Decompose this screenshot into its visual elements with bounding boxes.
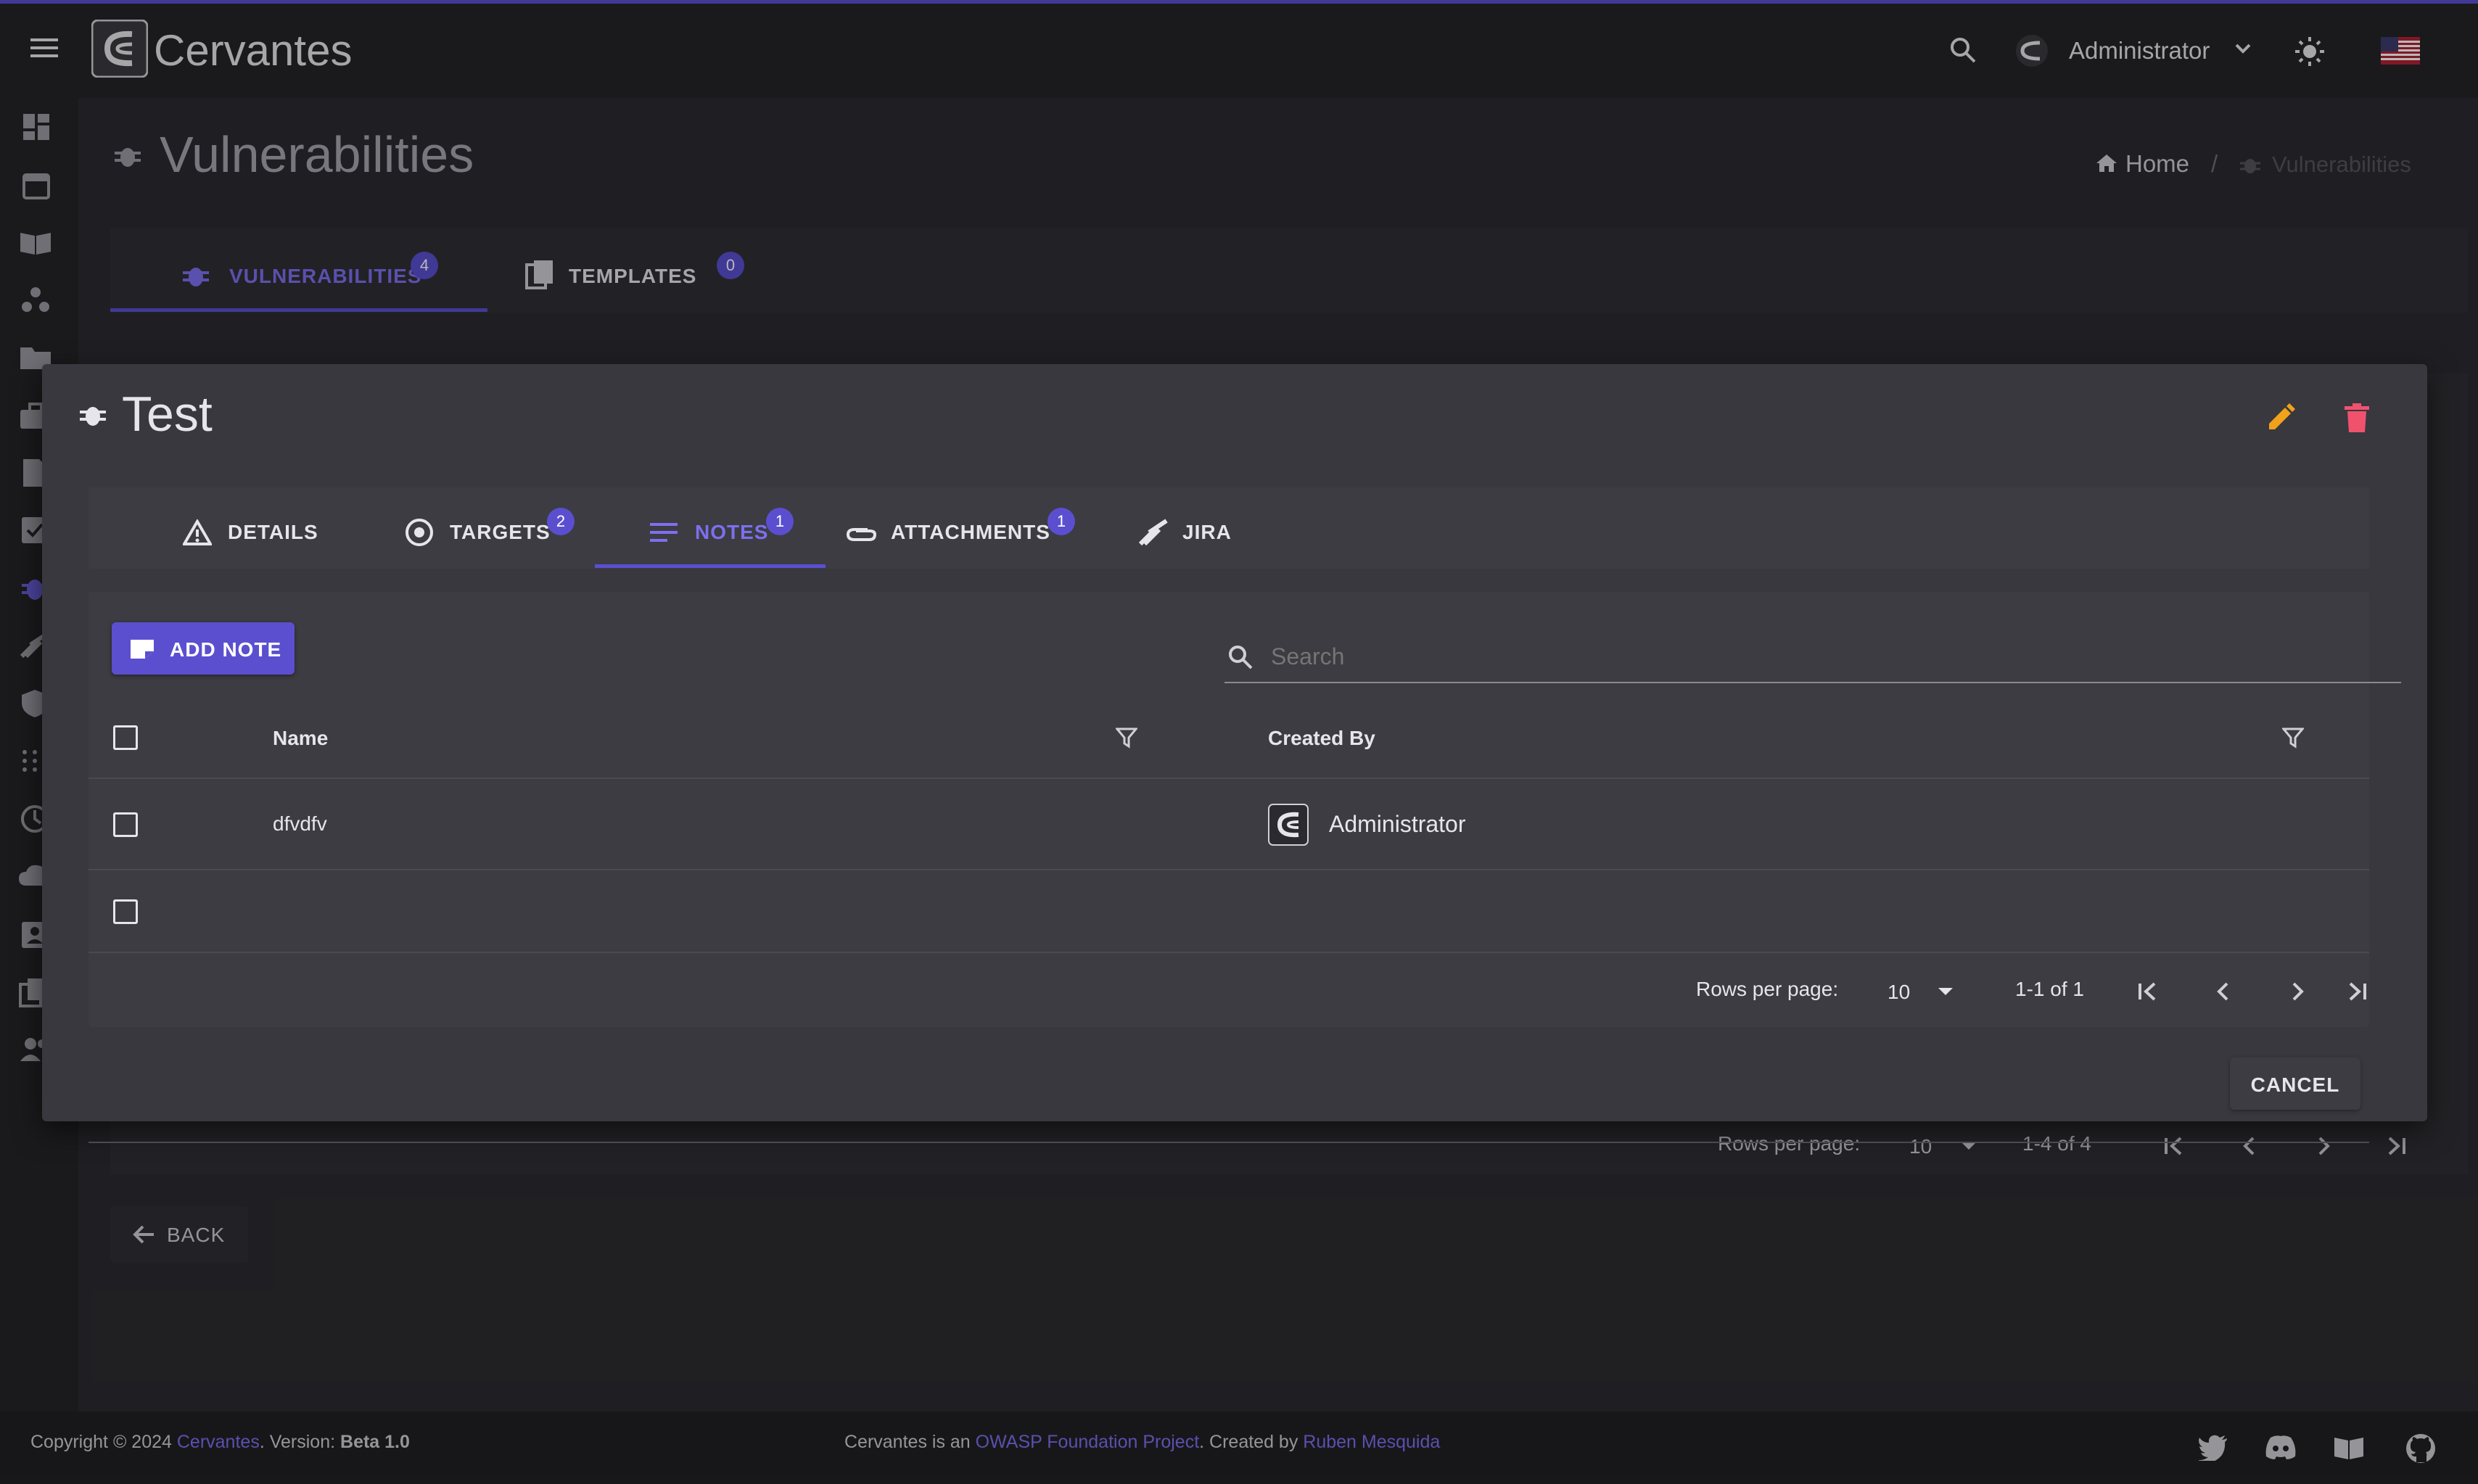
page-range: 1-1 of 1 (2015, 978, 2084, 1000)
notes-pagination: Rows per page: 10 1-1 of 1 (1645, 969, 2371, 1013)
select-all-checkbox[interactable] (113, 725, 138, 750)
next-page-icon[interactable] (2286, 981, 2308, 1002)
filter-icon[interactable] (2282, 727, 2304, 749)
tab-details[interactable]: DETAILS (88, 487, 318, 569)
tab-label: DETAILS (228, 521, 318, 543)
edit-icon[interactable] (2266, 403, 2295, 432)
add-note-label: ADD NOTE (170, 638, 282, 661)
filter-icon[interactable] (1116, 727, 1137, 749)
table-header: Name Created By (88, 701, 2369, 764)
rows-per-page-select[interactable]: 10 (1888, 981, 1910, 1004)
notes-icon (650, 522, 678, 544)
count-badge: 2 (547, 508, 575, 535)
row-checkbox[interactable] (113, 812, 138, 837)
search-input[interactable] (1271, 640, 2388, 673)
table-row-empty (88, 870, 2369, 952)
cancel-button[interactable]: CANCEL (2230, 1058, 2360, 1110)
tab-notes[interactable]: NOTES 1 (595, 487, 826, 569)
search-field-icon (1227, 644, 1254, 670)
tab-targets[interactable]: TARGETS 2 (306, 487, 575, 569)
creator-name: Administrator (1329, 811, 1466, 837)
caret-down-icon (1938, 988, 1953, 997)
count-badge: 1 (766, 508, 794, 535)
row-divider (88, 952, 2369, 953)
tab-label: ATTACHMENTS (891, 521, 1050, 543)
tab-label: JIRA (1182, 521, 1232, 543)
column-header-created-by[interactable]: Created By (1268, 727, 1375, 750)
add-note-button[interactable]: ADD NOTE (112, 622, 295, 675)
prev-page-icon[interactable] (2212, 981, 2234, 1002)
target-icon (405, 518, 434, 547)
note-add-icon (129, 637, 155, 660)
attachment-icon (846, 525, 878, 544)
dialog-bug-icon (80, 400, 106, 429)
warning-icon (183, 519, 212, 545)
jira-icon (1137, 518, 1169, 547)
dialog-tabs-bar: DETAILS TARGETS 2 NOTES 1 ATTACHMENTS 1 … (88, 487, 2369, 569)
last-page-icon[interactable] (2346, 981, 2368, 1002)
note-dialog: Test DETAILS TARGETS 2 NOTES 1 ATTACHMEN… (42, 364, 2427, 1143)
cancel-label: CANCEL (2250, 1073, 2340, 1096)
rows-per-page-label: Rows per page: (1696, 978, 1839, 1000)
first-page-icon[interactable] (2137, 981, 2159, 1002)
delete-icon[interactable] (2345, 403, 2369, 432)
row-checkbox[interactable] (113, 899, 138, 924)
tab-jira[interactable]: JIRA (1137, 487, 1268, 569)
tab-label: NOTES (695, 521, 769, 543)
dialog-title: Test (122, 387, 213, 442)
table-row[interactable]: dfvdfv Administrator (88, 779, 2369, 869)
active-tab-indicator (595, 564, 826, 568)
tab-label: TARGETS (450, 521, 551, 543)
creator-avatar (1268, 804, 1309, 846)
tab-attachments[interactable]: ATTACHMENTS 1 (826, 487, 1130, 569)
search-field[interactable] (1224, 631, 2401, 683)
count-badge: 1 (1047, 508, 1075, 535)
divider (88, 1142, 2369, 1143)
note-name: dfvdfv (273, 812, 327, 835)
column-header-name[interactable]: Name (273, 727, 328, 750)
